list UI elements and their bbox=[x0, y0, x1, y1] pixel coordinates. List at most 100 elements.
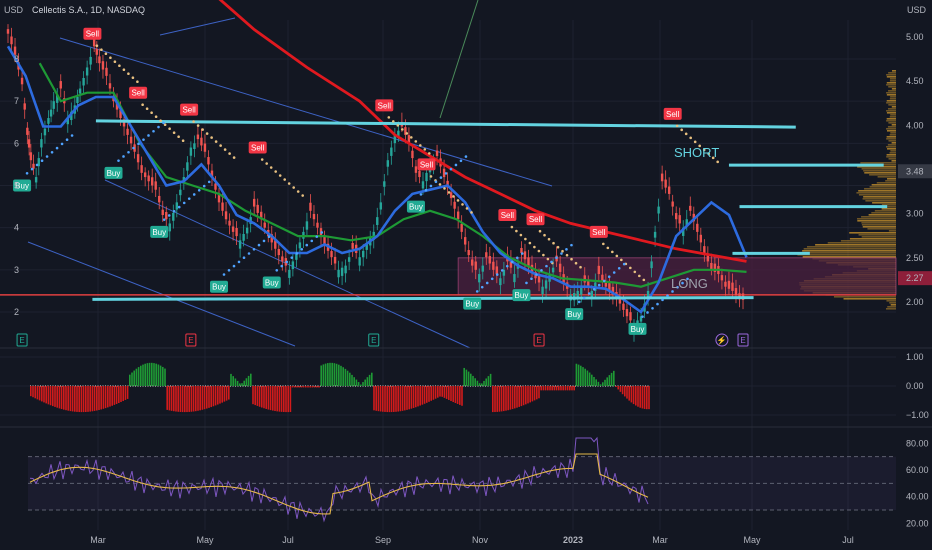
trail-dot bbox=[438, 183, 442, 186]
trail-dot bbox=[257, 243, 261, 247]
volume-profile-bar bbox=[886, 128, 896, 130]
momentum-bar bbox=[186, 386, 188, 413]
momentum-bar bbox=[261, 386, 263, 408]
candle-body bbox=[488, 255, 492, 264]
momentum-bar bbox=[311, 386, 314, 388]
trail-dot bbox=[550, 260, 553, 264]
momentum-bar bbox=[274, 386, 276, 412]
momentum-bar bbox=[518, 386, 520, 407]
trail-dot bbox=[537, 249, 541, 253]
candle-body bbox=[460, 223, 463, 232]
momentum-bar bbox=[410, 386, 413, 409]
candle-body bbox=[242, 233, 245, 241]
momentum-bar bbox=[415, 386, 417, 408]
trail-dot bbox=[283, 178, 286, 181]
candle-body bbox=[217, 195, 221, 203]
volume-profile-bar bbox=[886, 136, 896, 138]
trail-dot bbox=[181, 139, 185, 143]
candle-body bbox=[467, 250, 470, 256]
momentum-bar bbox=[272, 386, 274, 411]
candle-body bbox=[78, 88, 82, 94]
momentum-bar bbox=[181, 386, 184, 413]
momentum-bar bbox=[597, 381, 600, 386]
trail-dot bbox=[136, 80, 139, 83]
candle-body bbox=[347, 257, 351, 262]
volume-profile-bar bbox=[863, 170, 896, 172]
trail-dot bbox=[280, 264, 284, 268]
trail-dot bbox=[152, 129, 155, 133]
trail-dot bbox=[434, 180, 438, 184]
trail-dot bbox=[205, 132, 209, 135]
trail-dot bbox=[401, 128, 404, 131]
trail-dot bbox=[232, 264, 236, 268]
candle-body bbox=[411, 150, 414, 159]
momentum-bar bbox=[439, 386, 441, 397]
trail-dot bbox=[617, 267, 621, 270]
momentum-bar bbox=[324, 363, 327, 386]
momentum-bar bbox=[399, 386, 402, 412]
trail-dot bbox=[475, 290, 479, 293]
momentum-bar bbox=[294, 386, 296, 388]
momentum-bar bbox=[527, 386, 529, 404]
momentum-bar bbox=[38, 386, 41, 401]
candle-body bbox=[699, 234, 703, 243]
momentum-bar bbox=[135, 368, 138, 386]
momentum-bar bbox=[485, 378, 487, 386]
stock-chart[interactable]: Sell Sell Sell Sell Sell Sell Sell Sell Sell Sell… bbox=[0, 0, 932, 550]
momentum-bar bbox=[131, 372, 133, 386]
candle-body bbox=[98, 56, 101, 64]
trail-dot bbox=[142, 138, 145, 141]
momentum-bar bbox=[199, 386, 201, 411]
volume-profile-bar bbox=[806, 246, 896, 248]
trail-dot bbox=[315, 235, 319, 238]
trail-dot bbox=[579, 265, 582, 269]
volume-profile-bar bbox=[889, 302, 896, 304]
trail-dot bbox=[602, 279, 606, 283]
trail-dot bbox=[414, 140, 418, 143]
trail-dot bbox=[510, 225, 514, 229]
momentum-bar bbox=[258, 386, 261, 407]
sell-text: Sell bbox=[251, 144, 265, 153]
volume-profile-bar bbox=[864, 188, 896, 190]
candle-body bbox=[478, 274, 481, 283]
volume-profile-bar bbox=[865, 200, 896, 202]
event-label: E bbox=[19, 336, 24, 345]
trail-dot bbox=[196, 124, 200, 127]
x-tick-label: Sep bbox=[375, 535, 391, 545]
split-event-icon[interactable]: ⚡ bbox=[715, 333, 729, 347]
candle-body bbox=[175, 202, 179, 210]
momentum-bar bbox=[382, 386, 384, 412]
volume-profile-bar bbox=[858, 234, 896, 236]
momentum-bar bbox=[360, 384, 362, 386]
trail-dot bbox=[50, 151, 54, 154]
candle-body bbox=[179, 189, 182, 196]
sell-text: Sell bbox=[420, 160, 434, 169]
trail-dot bbox=[661, 298, 664, 302]
momentum-bar bbox=[470, 373, 472, 386]
momentum-bar bbox=[566, 386, 569, 391]
candle-body bbox=[449, 192, 453, 199]
trail-dot bbox=[510, 260, 514, 264]
buy-text: Buy bbox=[631, 325, 645, 334]
volume-profile-bar bbox=[887, 306, 896, 308]
event-label: E bbox=[740, 336, 745, 345]
candle-body bbox=[6, 29, 10, 34]
momentum-bar bbox=[529, 386, 531, 403]
candle-body bbox=[435, 150, 439, 156]
trail-dot bbox=[419, 144, 422, 147]
trail-dot bbox=[132, 146, 135, 150]
momentum-bar bbox=[318, 386, 320, 388]
support-line[interactable] bbox=[92, 296, 754, 301]
momentum-bar bbox=[412, 386, 415, 408]
volume-profile-bar bbox=[890, 96, 896, 98]
chart-title[interactable]: Cellectis S.A., 1D, NASDAQ bbox=[32, 5, 145, 15]
candle-body bbox=[312, 213, 316, 220]
momentum-bar bbox=[368, 374, 371, 386]
momentum-bar bbox=[610, 372, 613, 386]
candle-body bbox=[471, 259, 474, 266]
momentum-bar bbox=[599, 384, 602, 386]
momentum-bar bbox=[65, 386, 67, 411]
momentum-bar bbox=[450, 386, 452, 402]
trail-dot bbox=[470, 211, 473, 214]
candle-body bbox=[667, 186, 671, 194]
